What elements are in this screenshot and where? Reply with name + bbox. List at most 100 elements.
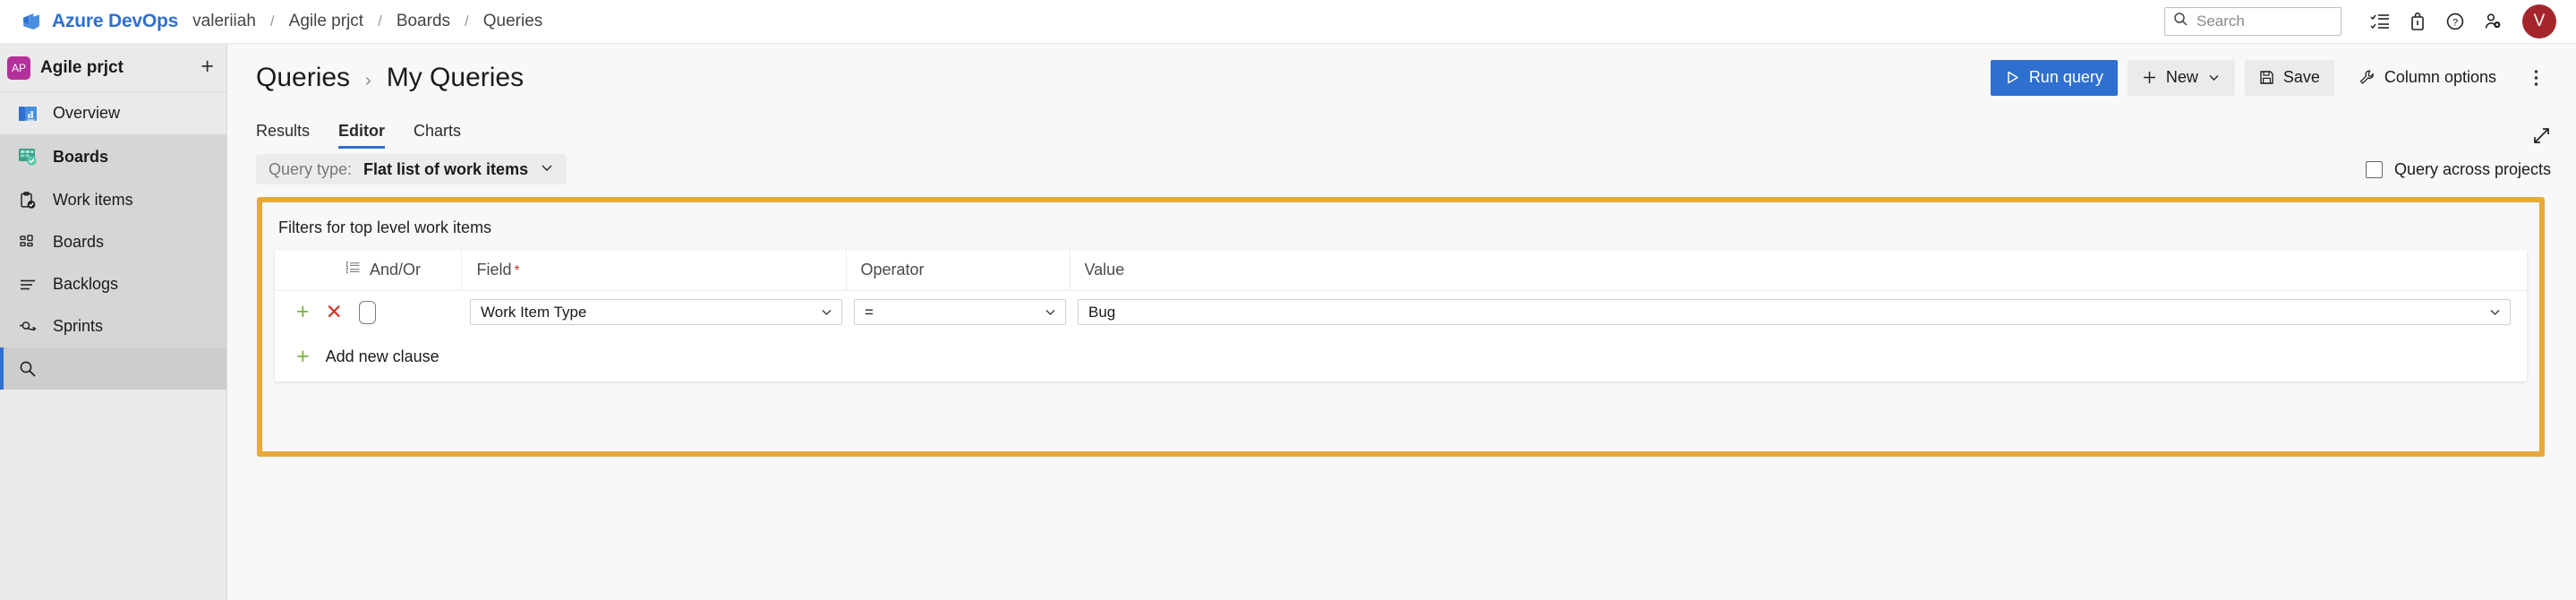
run-query-button[interactable]: Run query [1991, 60, 2118, 96]
andor-cell[interactable] [345, 291, 461, 334]
value-dropdown[interactable]: Bug [1078, 299, 2511, 325]
header-operator: Operator [846, 250, 1070, 291]
field-value: Work Item Type [481, 304, 813, 321]
save-button[interactable]: Save [2245, 60, 2334, 96]
sidebar-item-boards-hub[interactable]: Boards [0, 134, 226, 179]
table-header-row: And/Or Field* Operator [275, 250, 2527, 291]
expand-diagonal-icon[interactable] [2532, 126, 2551, 149]
svg-text:?: ? [2452, 17, 2458, 28]
topbar-right: Search [2164, 3, 2556, 40]
tab-editor[interactable]: Editor [324, 122, 399, 149]
tab-results[interactable]: Results [256, 122, 324, 149]
new-label: New [2166, 68, 2198, 87]
sidebar-item-boards[interactable]: Boards [0, 221, 226, 263]
backlogs-icon [16, 273, 39, 296]
search-icon [2173, 12, 2188, 31]
more-vertical-icon[interactable] [2521, 60, 2551, 96]
help-question-icon[interactable]: ? [2436, 3, 2474, 40]
delete-clause-row-icon[interactable]: ✕ [326, 302, 343, 322]
sidebar-item-work-items[interactable]: Work items [0, 179, 226, 221]
sidebar-item-label: Work items [53, 191, 133, 210]
chevron-down-icon [540, 160, 554, 179]
query-across-projects-checkbox[interactable]: Query across projects [2366, 160, 2551, 179]
command-buttons: Run query New [1991, 60, 2551, 96]
breadcrumb-separator: / [256, 13, 289, 30]
brand-label[interactable]: Azure DevOps [52, 11, 178, 32]
query-type-value: Flat list of work items [363, 160, 528, 179]
app-root: Azure DevOps valeriiah / Agile prjct / B… [0, 0, 2576, 600]
header-andor-label: And/Or [370, 261, 421, 279]
sidebar-item-sprints[interactable]: Sprints [0, 305, 226, 347]
breadcrumb-separator: / [450, 13, 483, 30]
chevron-down-icon [1036, 305, 1057, 319]
sidebar-item-label: Boards [53, 233, 104, 252]
sidebar-item-overview[interactable]: Overview [0, 92, 226, 134]
sidebar-item-queries[interactable] [0, 347, 226, 390]
search-placeholder: Search [2196, 13, 2245, 30]
operator-dropdown[interactable]: = [854, 299, 1066, 325]
play-icon [2005, 70, 2020, 85]
operator-value: = [865, 304, 1036, 321]
group-clauses-icon [345, 259, 362, 280]
add-new-clause-button[interactable]: + Add new clause [275, 334, 2527, 381]
checkbox-box [2366, 161, 2383, 178]
breadcrumb-page[interactable]: Queries [483, 12, 543, 31]
query-type-row: Query type: Flat list of work items Quer… [227, 149, 2576, 190]
avatar[interactable]: V [2522, 4, 2556, 39]
required-asterisk: * [512, 263, 520, 279]
chevron-right-icon: › [365, 71, 371, 91]
boards-hub-icon [16, 145, 39, 168]
query-type-selector[interactable]: Query type: Flat list of work items [256, 154, 567, 184]
add-project-item-icon[interactable]: + [200, 56, 214, 81]
row-actions-cell: + ✕ [275, 291, 345, 334]
column-options-button[interactable]: Column options [2344, 60, 2511, 96]
overview-icon [16, 102, 39, 125]
filters-card: And/Or Field* Operator [275, 250, 2527, 381]
sidebar-item-backlogs[interactable]: Backlogs [0, 263, 226, 305]
sidebar-item-label: Backlogs [53, 275, 118, 294]
filters-highlight-wrapper: Filters for top level work items [227, 190, 2576, 600]
project-header[interactable]: AP Agile prjct + [0, 44, 226, 92]
sidebar-item-label: Boards [53, 148, 108, 167]
sidebar-item-label: Overview [53, 104, 120, 123]
command-bar: Queries › My Queries Run query [227, 44, 2576, 111]
page-title-parent[interactable]: Queries [256, 63, 350, 93]
column-options-label: Column options [2384, 68, 2496, 87]
header-value: Value [1070, 250, 2527, 291]
breadcrumb-hub[interactable]: Boards [397, 12, 450, 31]
tabs-row: Results Editor Charts [227, 111, 2576, 149]
filters-table: And/Or Field* Operator [275, 250, 2527, 334]
boards-icon [16, 231, 39, 254]
new-button[interactable]: New [2128, 60, 2235, 96]
tasks-icon[interactable] [2361, 3, 2399, 40]
header-andor: And/Or [345, 250, 461, 291]
header-field-label: Field [477, 261, 512, 279]
page-title: Queries › My Queries [256, 63, 524, 93]
work-items-icon [16, 189, 39, 212]
operator-cell: = [846, 291, 1070, 334]
project-avatar: AP [7, 56, 30, 80]
add-clause-row-icon[interactable]: + [296, 301, 310, 323]
andor-empty-control[interactable] [359, 301, 376, 324]
user-settings-icon[interactable] [2474, 3, 2512, 40]
breadcrumb-project[interactable]: Agile prjct [289, 12, 363, 31]
project-name: Agile prjct [40, 58, 191, 78]
topbar-left: Azure DevOps valeriiah / Agile prjct / B… [20, 10, 542, 33]
search-input[interactable]: Search [2164, 7, 2341, 36]
field-cell: Work Item Type [461, 291, 846, 334]
run-query-label: Run query [2029, 68, 2103, 87]
breadcrumb-org[interactable]: valeriiah [192, 12, 256, 31]
main-content: Queries › My Queries Run query [227, 44, 2576, 600]
filters-section-label: Filters for top level work items [275, 217, 2527, 250]
tabs: Results Editor Charts [256, 122, 475, 149]
wrench-icon [2358, 69, 2376, 86]
value-value: Bug [1088, 304, 2481, 321]
value-cell: Bug [1070, 291, 2527, 334]
azure-devops-logo-icon[interactable] [20, 10, 43, 33]
marketplace-bag-icon[interactable] [2399, 3, 2436, 40]
plus-icon [2142, 70, 2157, 85]
field-dropdown[interactable]: Work Item Type [470, 299, 842, 325]
chevron-down-icon [813, 305, 833, 319]
tab-charts[interactable]: Charts [399, 122, 475, 149]
sidebar: AP Agile prjct + Overview [0, 44, 227, 600]
